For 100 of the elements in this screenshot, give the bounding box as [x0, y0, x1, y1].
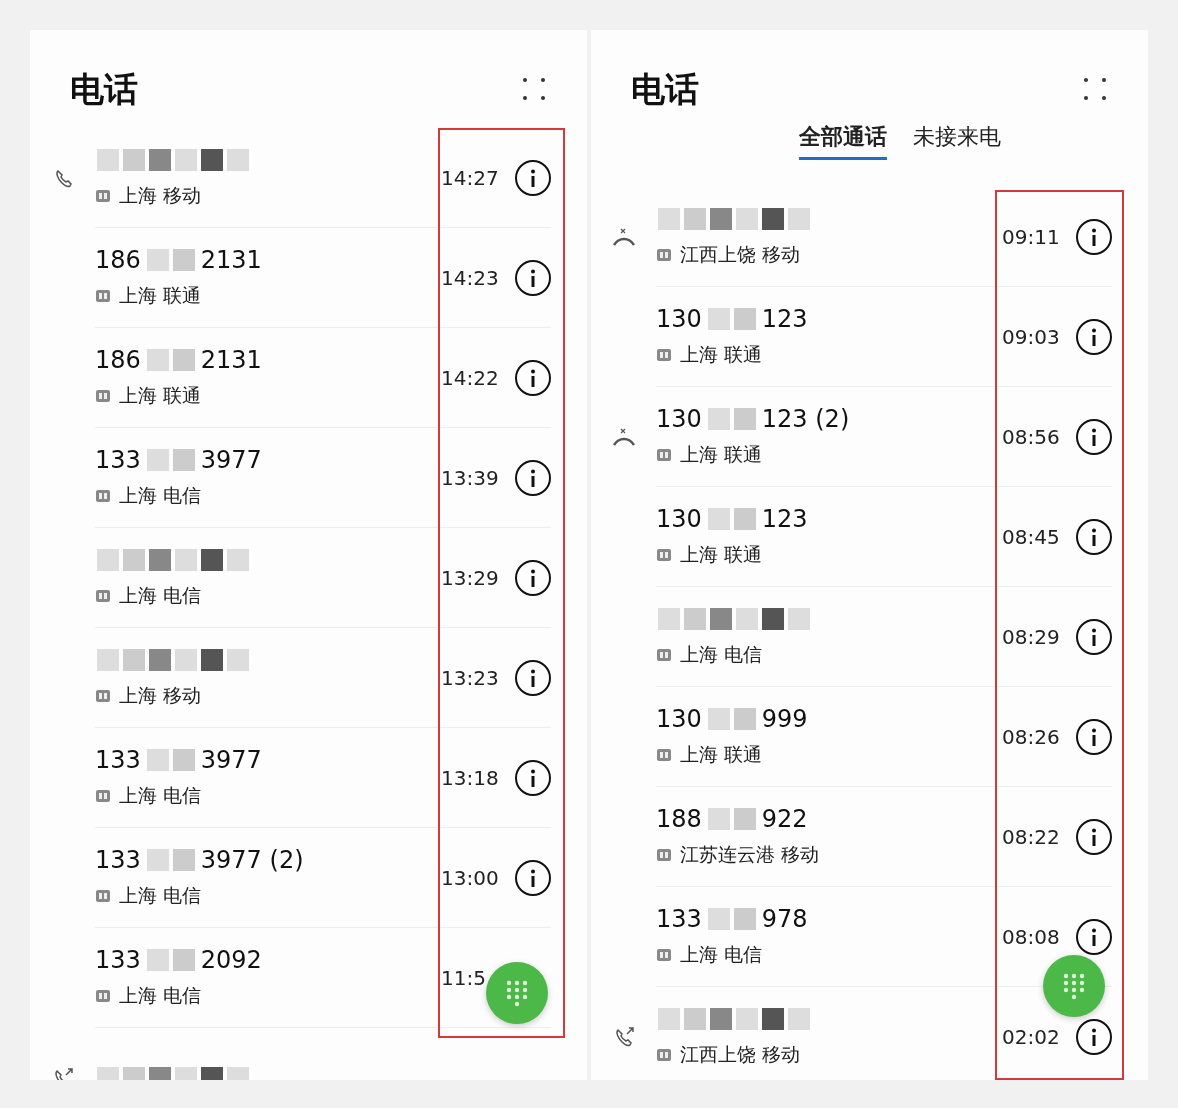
info-icon[interactable] [1076, 318, 1112, 355]
carrier-location: 上海 联通 [119, 283, 202, 309]
carrier-location: 上海 联通 [680, 442, 763, 468]
phone-number: 133 [95, 745, 141, 777]
call-time: 08:29 [1002, 624, 1060, 649]
call-time: 02:02 [1002, 1024, 1060, 1049]
phone-number: 130 [656, 704, 702, 736]
info-icon[interactable] [515, 159, 551, 196]
sim-card-icon [656, 847, 672, 862]
carrier-location: 上海 电信 [119, 483, 202, 509]
info-icon[interactable] [515, 259, 551, 296]
info-icon[interactable] [515, 459, 551, 496]
sim-card-icon [656, 1047, 672, 1062]
phone-number: 130 [656, 504, 702, 536]
dialpad-icon [505, 979, 529, 1007]
phone-number: 133 [95, 845, 141, 877]
call-time: 14:23 [441, 265, 499, 290]
sim-card-icon [95, 388, 111, 403]
sim-card-icon [95, 888, 111, 903]
call-time: 08:45 [1002, 524, 1060, 549]
call-time: 09:11 [1002, 224, 1060, 249]
phone-number: 133 [656, 904, 702, 936]
phone-number: 123 [761, 504, 808, 536]
sim-card-icon [656, 647, 672, 662]
sim-card-icon [95, 788, 111, 803]
info-icon[interactable] [1076, 918, 1112, 955]
info-icon[interactable] [1076, 1018, 1112, 1055]
sim-card-icon [656, 447, 672, 462]
sim-card-icon [95, 188, 111, 203]
call-time: 08:08 [1002, 924, 1060, 949]
sim-card-icon [656, 947, 672, 962]
carrier-location: 上海 联通 [680, 542, 763, 568]
info-icon[interactable] [515, 659, 551, 696]
phone-number: 2092 [200, 945, 262, 977]
phone-number: 186 [95, 245, 141, 277]
phone-number: 2131 [200, 345, 262, 377]
call-time: 14:27 [441, 165, 499, 190]
menu-icon[interactable] [1082, 76, 1108, 102]
dialpad-icon [1062, 972, 1086, 1000]
info-icon[interactable] [1076, 718, 1112, 755]
call-time: 09:03 [1002, 324, 1060, 349]
call-time: 13:39 [441, 465, 499, 490]
carrier-location: 上海 电信 [680, 942, 763, 968]
info-icon[interactable] [515, 859, 551, 896]
phone-number: 133 [95, 445, 141, 477]
call-time: 13:00 [441, 865, 499, 890]
carrier-location: 上海 电信 [119, 883, 202, 909]
carrier-location: 上海 电信 [119, 783, 202, 809]
sim-card-icon [656, 547, 672, 562]
tab[interactable]: 全部通话 [798, 120, 887, 160]
carrier-location: 江西上饶 移动 [680, 1042, 801, 1068]
call-time: 08:26 [1002, 724, 1060, 749]
sim-card-icon [656, 747, 672, 762]
phone-number: 3977 [200, 445, 262, 477]
menu-icon[interactable] [521, 76, 547, 102]
call-time: 13:18 [441, 765, 499, 790]
phone-number: 130 [656, 304, 702, 336]
info-icon[interactable] [515, 559, 551, 596]
phone-number: 999 [761, 704, 808, 736]
info-icon[interactable] [1076, 818, 1112, 855]
phone-number: 3977 (2) [200, 845, 304, 877]
call-time: 08:56 [1002, 424, 1060, 449]
phone-number: 123 (2) [761, 404, 850, 436]
info-icon[interactable] [515, 759, 551, 796]
carrier-location: 上海 移动 [119, 683, 202, 709]
sim-card-icon [95, 688, 111, 703]
carrier-location: 上海 移动 [119, 183, 202, 209]
carrier-location: 上海 联通 [680, 742, 763, 768]
call-time: 14:22 [441, 365, 499, 390]
phone-number: 978 [761, 904, 808, 936]
app-title: 电话 [631, 67, 699, 111]
phone-number: 130 [656, 404, 702, 436]
sim-card-icon [656, 347, 672, 362]
carrier-location: 江苏连云港 移动 [680, 842, 820, 868]
sim-card-icon [656, 247, 672, 262]
carrier-location: 上海 电信 [680, 642, 763, 668]
app-title: 电话 [70, 67, 138, 111]
call-time: 08:22 [1002, 824, 1060, 849]
phone-number: 2131 [200, 245, 262, 277]
carrier-location: 上海 电信 [119, 983, 202, 1009]
phone-number: 123 [761, 304, 808, 336]
sim-card-icon [95, 488, 111, 503]
sim-card-icon [95, 588, 111, 603]
info-icon[interactable] [1076, 218, 1112, 255]
tab[interactable]: 未接来电 [912, 120, 1001, 160]
info-icon[interactable] [1076, 618, 1112, 655]
call-time: 13:29 [441, 565, 499, 590]
carrier-location: 上海 电信 [119, 583, 202, 609]
info-icon[interactable] [515, 359, 551, 396]
missed-call-icon [610, 426, 637, 448]
info-icon[interactable] [1076, 518, 1112, 555]
carrier-location: 江西上饶 移动 [680, 242, 801, 268]
info-icon[interactable] [1076, 418, 1112, 455]
call-time: 13:23 [441, 665, 499, 690]
sim-card-icon [95, 288, 111, 303]
carrier-location: 上海 联通 [119, 383, 202, 409]
sim-card-icon [95, 988, 111, 1003]
phone-number: 922 [761, 804, 808, 836]
phone-number: 188 [656, 804, 702, 836]
phone-number: 3977 [200, 745, 262, 777]
